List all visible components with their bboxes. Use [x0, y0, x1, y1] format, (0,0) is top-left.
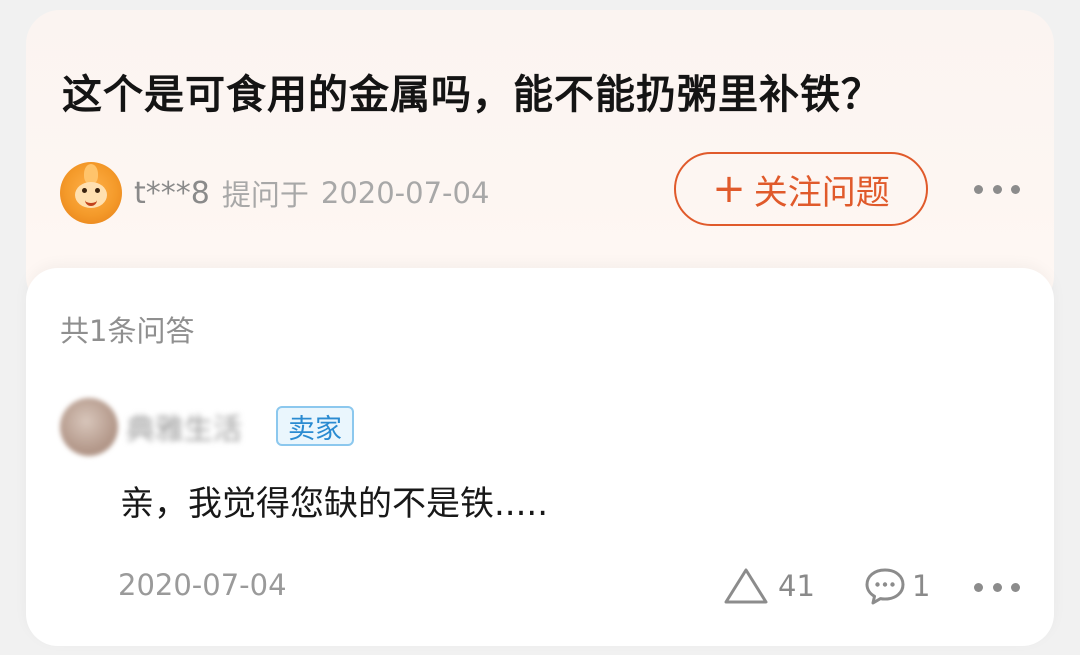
answer-date: 2020-07-04: [118, 568, 287, 602]
ask-date: 2020-07-04: [320, 176, 490, 210]
more-dot: [974, 582, 983, 592]
question-card: 这个是可食用的金属吗，能不能扔粥里补铁？ t***8 提问于 2020-07-0…: [26, 10, 1054, 310]
asker-name: t***8: [134, 175, 210, 211]
follow-question-label: 关注问题: [753, 172, 890, 213]
avatar-eye-right: [95, 188, 100, 193]
question-meta: t***8 提问于 2020-07-04: [60, 162, 489, 224]
seller-badge: 卖家: [276, 406, 354, 446]
plus-icon: +: [712, 166, 746, 212]
answer-more-icon[interactable]: [974, 574, 1020, 600]
question-more-icon[interactable]: [974, 176, 1020, 202]
like-button[interactable]: 41: [722, 564, 815, 608]
comment-count: 1: [912, 569, 931, 603]
answerer-avatar[interactable]: [60, 398, 118, 456]
triangle-up-icon: [724, 568, 768, 604]
more-dot: [1011, 582, 1020, 592]
more-dot: [992, 582, 1002, 592]
question-title: 这个是可食用的金属吗，能不能扔粥里补铁？: [62, 72, 882, 118]
asker-avatar[interactable]: [60, 162, 122, 224]
answers-card: 共1条问答 典雅生活 卖家 亲，我觉得您缺的不是铁..... 2020-07-0…: [26, 268, 1054, 646]
avatar-eye-left: [82, 188, 87, 193]
answers-count: 共1条问答: [60, 314, 195, 348]
like-count: 41: [778, 569, 815, 603]
answerer-name: 典雅生活: [126, 412, 243, 446]
more-dot: [992, 184, 1002, 194]
ask-label: 提问于: [221, 178, 309, 212]
more-dot: [1011, 184, 1020, 194]
answer-text: 亲，我觉得您缺的不是铁.....: [120, 484, 549, 524]
more-dot: [974, 184, 983, 194]
comment-button[interactable]: 1: [864, 564, 930, 608]
follow-question-button[interactable]: + 关注问题: [674, 152, 928, 226]
avatar-flame: [84, 164, 98, 184]
comment-bubble-icon: [865, 568, 905, 605]
